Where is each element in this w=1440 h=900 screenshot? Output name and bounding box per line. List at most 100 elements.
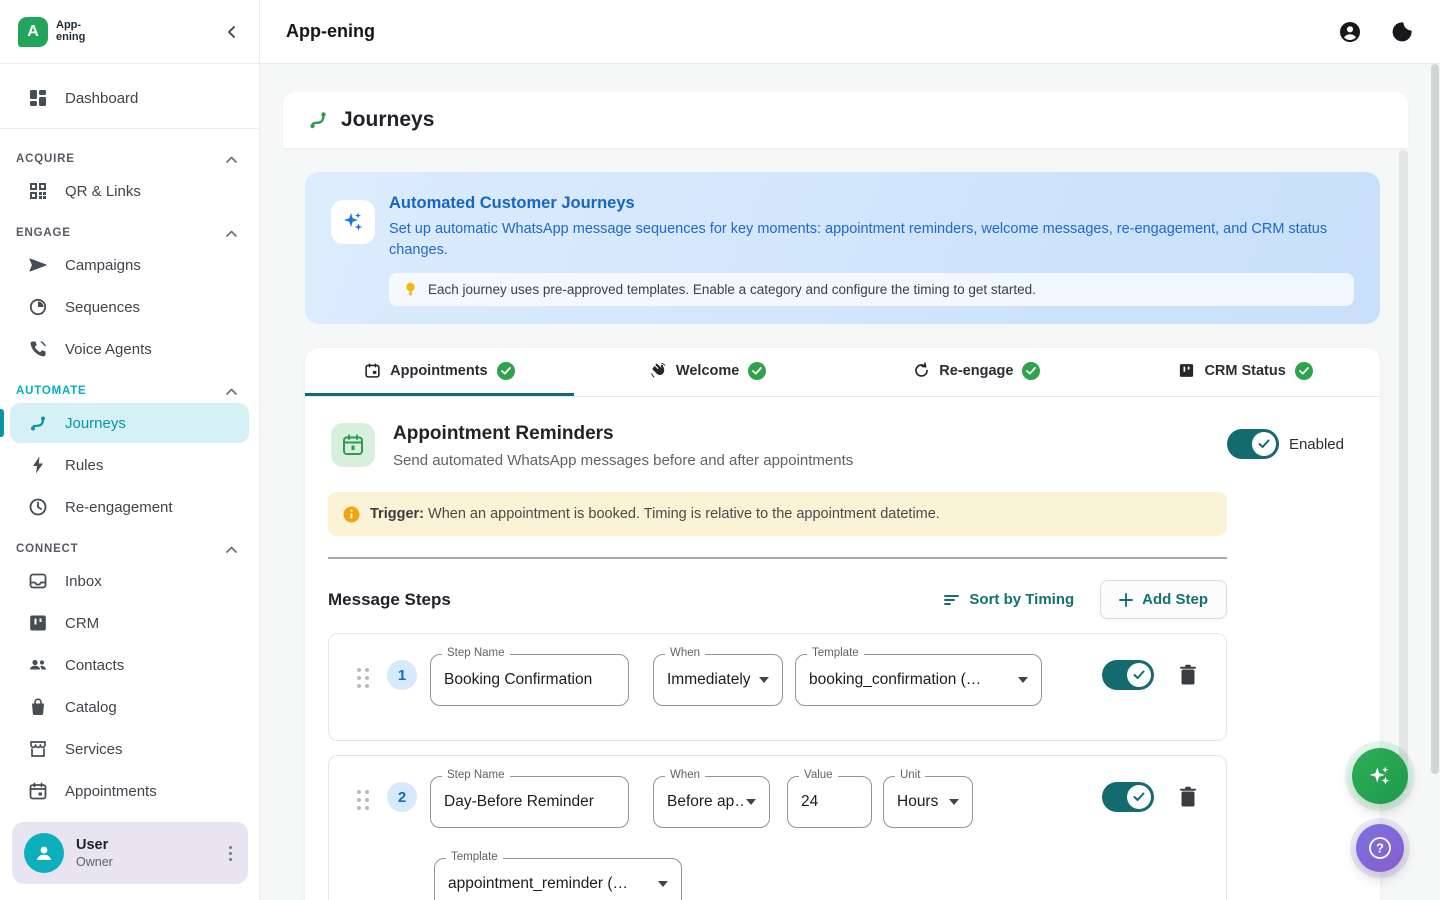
sort-by-timing-button[interactable]: Sort by Timing xyxy=(944,591,1074,608)
when-select[interactable]: When Immediately xyxy=(653,654,783,706)
sidebar-item-campaigns[interactable]: Campaigns xyxy=(10,245,249,285)
app-logo[interactable]: A App- ening xyxy=(18,17,85,47)
window-scrollbar[interactable] xyxy=(1431,64,1439,774)
sidebar-item-label: Inbox xyxy=(65,573,102,590)
template-select[interactable]: Template booking_confirmation (… xyxy=(795,654,1042,706)
user-name: User xyxy=(76,837,113,853)
kanban-icon xyxy=(28,613,48,633)
sidebar-section-automate[interactable]: AUTOMATE xyxy=(0,371,259,401)
when-select[interactable]: When Before ap… xyxy=(653,776,770,828)
main-content: Journeys Automated Customer Journeys Set… xyxy=(260,64,1440,900)
user-menu-icon[interactable] xyxy=(223,840,238,867)
sidebar-item-voice-agents[interactable]: Voice Agents xyxy=(10,329,249,369)
drag-handle-icon[interactable] xyxy=(357,668,369,688)
calendar-icon xyxy=(28,781,48,801)
field-value: 24 xyxy=(801,793,818,811)
ai-assistant-fab[interactable] xyxy=(1352,748,1408,804)
field-value: Before ap… xyxy=(667,793,746,811)
step-row-1: 1 Step Name Booking Confirmation When Im… xyxy=(328,633,1227,741)
logo-line-2: ening xyxy=(56,32,85,44)
section-title: ENGAGE xyxy=(16,227,71,239)
sidebar-item-appointments[interactable]: Appointments xyxy=(10,771,249,811)
toggle-check-icon xyxy=(1127,785,1151,809)
page-header: Journeys xyxy=(283,92,1408,148)
unit-select[interactable]: Unit Hours xyxy=(883,776,973,828)
account-icon[interactable] xyxy=(1338,20,1362,44)
sidebar-item-catalog[interactable]: Catalog xyxy=(10,687,249,727)
field-value: Day-Before Reminder xyxy=(444,793,594,811)
delete-step-icon[interactable] xyxy=(1178,664,1198,686)
add-step-button[interactable]: Add Step xyxy=(1100,580,1227,619)
step-enabled-toggle[interactable] xyxy=(1102,660,1154,690)
field-label: When xyxy=(665,769,705,781)
sidebar-item-qr-links[interactable]: QR & Links xyxy=(10,171,249,211)
sidebar-item-journeys[interactable]: Journeys xyxy=(10,403,249,443)
check-circle-icon xyxy=(1295,362,1313,380)
sequence-icon xyxy=(28,297,48,317)
delete-step-icon[interactable] xyxy=(1178,786,1198,808)
phone-icon xyxy=(28,339,48,359)
sidebar-item-services[interactable]: Services xyxy=(10,729,249,769)
field-value: appointment_reminder (… xyxy=(448,875,628,893)
content-scrollbar[interactable] xyxy=(1399,150,1408,790)
tab-welcome[interactable]: Welcome xyxy=(574,348,843,396)
tab-re-engage[interactable]: Re-engage xyxy=(843,348,1112,396)
sidebar-item-crm[interactable]: CRM xyxy=(10,603,249,643)
sidebar-item-re-engagement[interactable]: Re-engagement xyxy=(10,487,249,527)
active-indicator xyxy=(0,409,4,437)
section-title: ACQUIRE xyxy=(16,153,75,165)
journey-enabled-toggle[interactable] xyxy=(1227,429,1279,459)
sidebar-section-engage[interactable]: ENGAGE xyxy=(0,213,259,243)
user-info: User Owner xyxy=(76,837,113,869)
sidebar-nav: Dashboard ACQUIRE QR & Links ENGAGE Camp… xyxy=(0,64,259,812)
sidebar-item-label: Voice Agents xyxy=(65,341,152,358)
chevron-down-icon xyxy=(759,677,769,683)
user-card[interactable]: User Owner xyxy=(12,822,248,884)
sidebar-section-connect[interactable]: CONNECT xyxy=(0,529,259,559)
qr-icon xyxy=(28,181,48,201)
field-label: Step Name xyxy=(442,647,510,659)
step-number-badge: 1 xyxy=(387,660,417,690)
step-enabled-toggle[interactable] xyxy=(1102,782,1154,812)
journey-title: Appointment Reminders xyxy=(393,423,853,445)
tab-label: Welcome xyxy=(676,363,739,379)
sidebar-item-label: Rules xyxy=(65,457,103,474)
sidebar-item-rules[interactable]: Rules xyxy=(10,445,249,485)
page-title: Journeys xyxy=(341,108,434,132)
sidebar-item-sequences[interactable]: Sequences xyxy=(10,287,249,327)
field-value: Booking Confirmation xyxy=(444,671,592,689)
chevron-down-icon xyxy=(658,881,668,887)
kanban-icon xyxy=(1178,362,1195,379)
check-circle-icon xyxy=(1022,362,1040,380)
value-field[interactable]: Value 24 xyxy=(787,776,872,828)
topbar-title: App-ening xyxy=(286,21,375,42)
logo-icon: A xyxy=(18,17,48,47)
journey-toggle-group: Enabled xyxy=(1227,429,1344,459)
sidebar-item-contacts[interactable]: Contacts xyxy=(10,645,249,685)
tab-crm-status[interactable]: CRM Status xyxy=(1111,348,1380,396)
sidebar-item-dashboard[interactable]: Dashboard xyxy=(10,78,249,118)
sparkles-icon xyxy=(331,200,375,244)
help-fab[interactable]: ? xyxy=(1356,824,1404,872)
sidebar-item-label: CRM xyxy=(65,615,99,632)
topbar: App-ening xyxy=(260,0,1440,64)
tab-appointments[interactable]: Appointments xyxy=(305,348,574,396)
template-select[interactable]: Template appointment_reminder (… xyxy=(434,858,682,900)
field-label: When xyxy=(665,647,705,659)
dark-mode-moon-icon[interactable] xyxy=(1390,20,1414,44)
sidebar-item-inbox[interactable]: Inbox xyxy=(10,561,249,601)
tab-label: Re-engage xyxy=(939,363,1013,379)
check-circle-icon xyxy=(748,362,766,380)
sidebar-section-acquire[interactable]: ACQUIRE xyxy=(0,139,259,169)
field-value: Hours xyxy=(897,793,938,811)
trigger-text: Trigger: When an appointment is booked. … xyxy=(370,506,940,522)
step-name-field[interactable]: Step Name Day-Before Reminder xyxy=(430,776,629,828)
toggle-label: Enabled xyxy=(1289,436,1344,453)
step-name-field[interactable]: Step Name Booking Confirmation xyxy=(430,654,629,706)
sidebar-collapse-icon[interactable] xyxy=(221,21,243,43)
drag-handle-icon[interactable] xyxy=(357,790,369,810)
banner-tip: Each journey uses pre-approved templates… xyxy=(389,273,1354,306)
chevron-up-icon xyxy=(226,388,237,395)
tab-label: Appointments xyxy=(390,363,487,379)
chevron-down-icon xyxy=(1018,677,1028,683)
